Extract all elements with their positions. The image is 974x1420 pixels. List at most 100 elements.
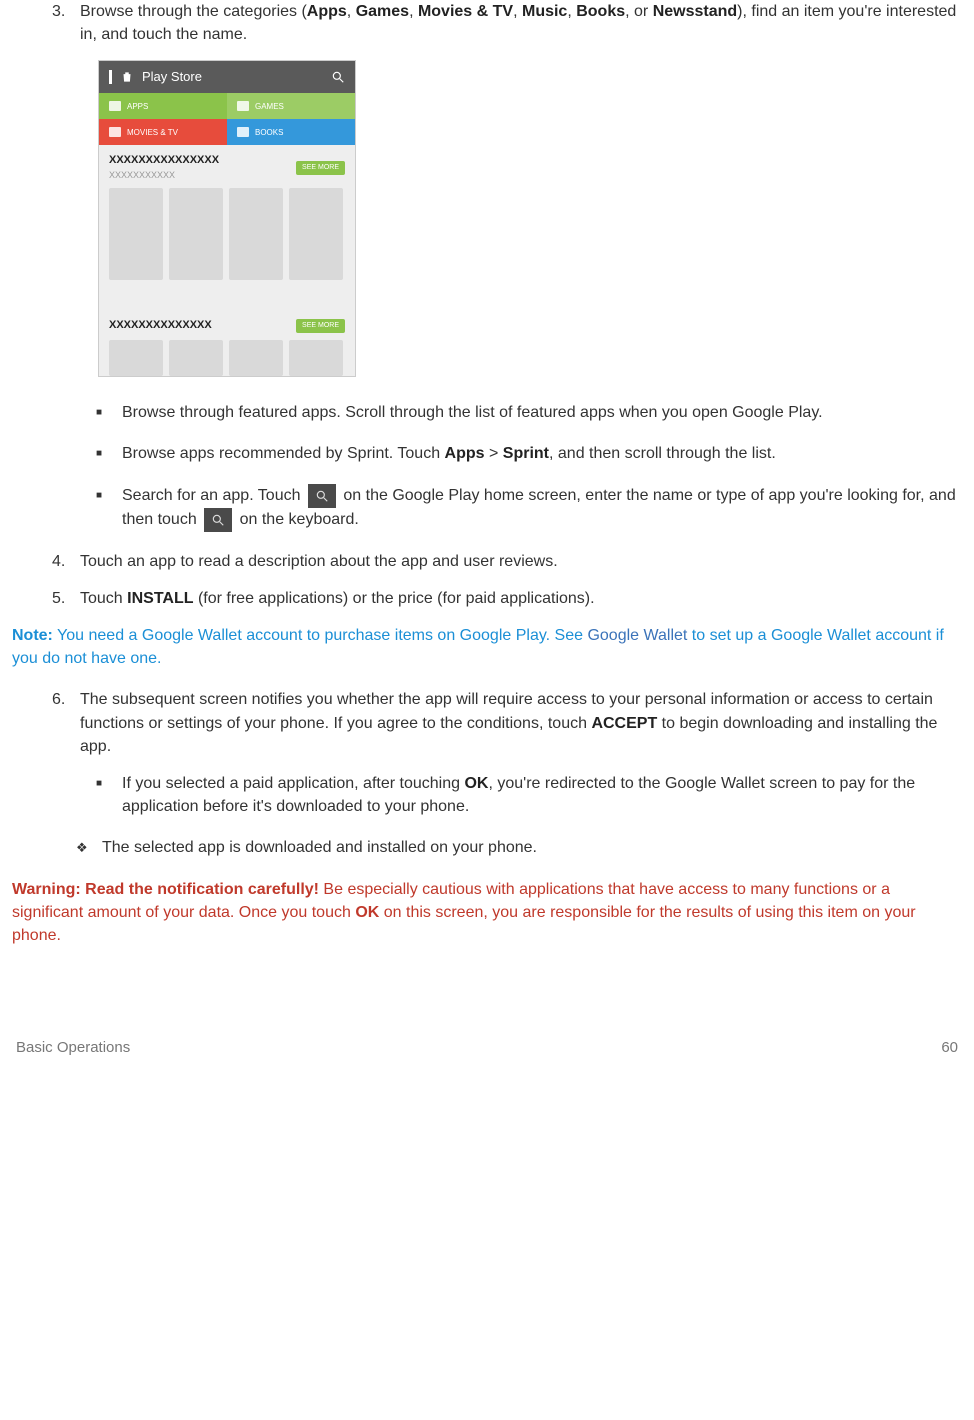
- bold: Games: [356, 3, 409, 20]
- text: ,: [513, 3, 522, 20]
- label: BOOKS: [255, 127, 283, 139]
- bold: OK: [464, 775, 488, 792]
- bold: Newsstand: [653, 3, 737, 20]
- bold: INSTALL: [127, 590, 193, 607]
- cat-games: GAMES: [227, 93, 355, 119]
- step-3: 3. Browse through the categories (Apps, …: [52, 0, 962, 46]
- step-5: 5. Touch INSTALL (for free applications)…: [52, 587, 962, 610]
- section-header: XXXXXXXXXXXXXX SEE MORE: [109, 318, 345, 334]
- section-subtitle: XXXXXXXXXXX: [109, 169, 219, 182]
- bullet-text: The selected app is downloaded and insta…: [102, 836, 962, 859]
- bullet-text: Browse through featured apps. Scroll thr…: [122, 401, 962, 424]
- cat-books: BOOKS: [227, 119, 355, 145]
- phone-title: Play Store: [142, 68, 331, 87]
- note-label: Note:: [12, 627, 53, 644]
- app-tile: [109, 188, 163, 280]
- note-link: Google Wallet: [587, 627, 687, 644]
- step-text: Browse through the categories (Apps, Gam…: [80, 0, 962, 46]
- phone-section-2: XXXXXXXXXXXXXX SEE MORE: [99, 310, 355, 376]
- games-icon: [237, 101, 249, 111]
- bullet-mark: ■: [96, 484, 122, 532]
- warning-label: Warning: Read the notification carefully…: [12, 881, 319, 898]
- phone-screenshot: Play Store APPS GAMES MOVIES & TV BOOKS …: [98, 60, 356, 377]
- note-text: You need a Google Wallet account to purc…: [53, 627, 588, 644]
- footer-section: Basic Operations: [16, 1037, 130, 1059]
- play-store-icon: [120, 70, 134, 84]
- text: , or: [625, 3, 653, 20]
- step-text: Touch INSTALL (for free applications) or…: [80, 587, 962, 610]
- text: Browse through the categories (: [80, 3, 307, 20]
- section-title: XXXXXXXXXXXXXX: [109, 318, 212, 334]
- text: >: [485, 445, 503, 462]
- bullet-item: ■ If you selected a paid application, af…: [96, 772, 962, 818]
- step-4: 4. Touch an app to read a description ab…: [52, 550, 962, 573]
- bold: Music: [522, 3, 567, 20]
- tile-grid: [109, 188, 345, 280]
- step-6: 6. The subsequent screen notifies you wh…: [52, 688, 962, 758]
- bold: Books: [576, 3, 625, 20]
- text: If you selected a paid application, afte…: [122, 775, 464, 792]
- app-tile: [109, 340, 163, 376]
- section-titles: XXXXXXXXXXXXXXX XXXXXXXXXXX: [109, 153, 219, 182]
- warning-callout: Warning: Read the notification carefully…: [12, 878, 962, 948]
- text: Touch: [80, 590, 127, 607]
- cat-movies: MOVIES & TV: [99, 119, 227, 145]
- books-icon: [237, 127, 249, 137]
- step-text: The subsequent screen notifies you wheth…: [80, 688, 962, 758]
- app-tile: [289, 188, 343, 280]
- search-icon: [204, 508, 232, 532]
- phone-categories: APPS GAMES MOVIES & TV BOOKS: [99, 93, 355, 145]
- bullet-item: ■ Browse through featured apps. Scroll t…: [96, 401, 962, 424]
- tile-grid: [109, 340, 345, 376]
- movies-icon: [109, 127, 121, 137]
- text: ,: [409, 3, 418, 20]
- bullet-text: Search for an app. Touch on the Google P…: [122, 484, 962, 532]
- section-title: XXXXXXXXXXXXXXX: [109, 153, 219, 169]
- bullet-item: ❖ The selected app is downloaded and ins…: [76, 836, 962, 859]
- bullet-item: ■ Browse apps recommended by Sprint. Tou…: [96, 442, 962, 465]
- cat-apps: APPS: [99, 93, 227, 119]
- app-tile: [169, 188, 223, 280]
- bullet-mark: ■: [96, 401, 122, 424]
- page-footer: Basic Operations 60: [12, 1037, 962, 1059]
- bold: OK: [355, 904, 379, 921]
- see-more-button: SEE MORE: [296, 161, 345, 175]
- bold: Movies & TV: [418, 3, 513, 20]
- bullet-item: ■ Search for an app. Touch on the Google…: [96, 484, 962, 532]
- step-number: 5.: [52, 587, 80, 610]
- label: GAMES: [255, 101, 284, 113]
- see-more-button: SEE MORE: [296, 319, 345, 333]
- app-tile: [229, 188, 283, 280]
- label: MOVIES & TV: [127, 127, 178, 139]
- app-tile: [289, 340, 343, 376]
- bold: ACCEPT: [591, 715, 657, 732]
- bullet-mark: ❖: [76, 836, 102, 859]
- text: (for free applications) or the price (fo…: [194, 590, 595, 607]
- step-number: 6.: [52, 688, 80, 758]
- bullet-mark: ■: [96, 772, 122, 818]
- phone-statusbar: Play Store: [99, 61, 355, 93]
- search-icon: [308, 484, 336, 508]
- text: , and then scroll through the list.: [549, 445, 776, 462]
- footer-page-number: 60: [941, 1037, 958, 1059]
- bullet-text: If you selected a paid application, afte…: [122, 772, 962, 818]
- step-number: 3.: [52, 0, 80, 46]
- app-tile: [229, 340, 283, 376]
- bullet-mark: ■: [96, 442, 122, 465]
- menu-icon: [109, 70, 112, 84]
- text: ,: [347, 3, 356, 20]
- bold: Sprint: [503, 445, 549, 462]
- search-icon: [331, 70, 345, 84]
- text: on the keyboard.: [235, 511, 359, 528]
- apps-icon: [109, 101, 121, 111]
- bold: Apps: [445, 445, 485, 462]
- phone-section-1: XXXXXXXXXXXXXXX XXXXXXXXXXX SEE MORE: [99, 145, 355, 280]
- section-header: XXXXXXXXXXXXXXX XXXXXXXXXXX SEE MORE: [109, 153, 345, 182]
- text: ,: [567, 3, 576, 20]
- label: APPS: [127, 101, 148, 113]
- bold: Apps: [307, 3, 347, 20]
- note-callout: Note: You need a Google Wallet account t…: [12, 624, 962, 670]
- app-tile: [169, 340, 223, 376]
- step-number: 4.: [52, 550, 80, 573]
- step-text: Touch an app to read a description about…: [80, 550, 962, 573]
